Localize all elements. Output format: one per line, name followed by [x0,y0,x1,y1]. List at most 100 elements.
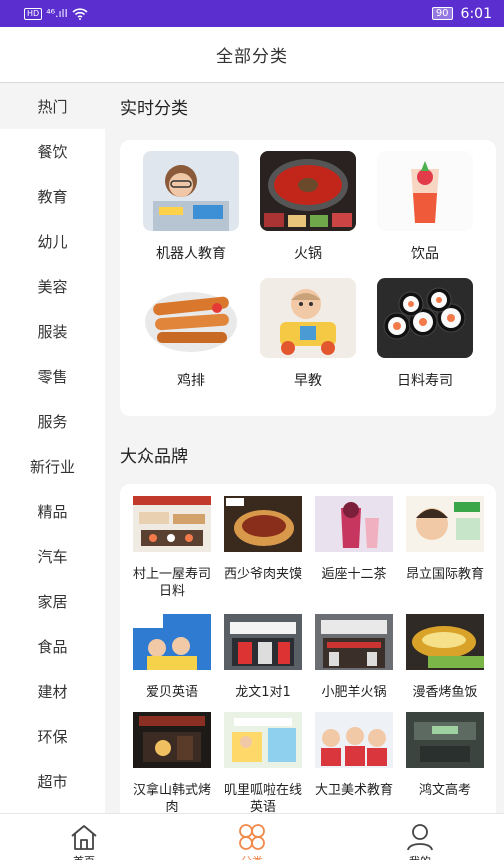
realtime-item[interactable]: 火锅 [260,151,356,263]
brand-photo [224,496,302,552]
sidebar-item-label: 环保 [37,728,68,746]
sidebar-item-service[interactable]: 服务 [0,399,105,444]
brand-item[interactable]: 小肥羊火锅 [315,614,393,701]
tab-home[interactable]: 首页 [24,814,144,860]
brand-item[interactable]: 昂立国际教育 [406,496,484,583]
signal-icon: ⁴⁶.ıll [46,7,68,20]
home-icon [71,825,97,850]
realtime-item[interactable]: 机器人教育 [143,151,239,263]
brand-label: 汉拿山韩式烤肉 [133,783,212,813]
sidebar-item-label: 新行业 [29,458,75,476]
brand-photo [133,712,211,768]
brand-photo [406,496,484,552]
realtime-item[interactable]: 鸡排 [143,278,239,390]
brand-label: 西少爷肉夹馍 [224,567,303,582]
brand-label: 漫香烤鱼饭 [412,685,478,700]
bottom-tab-bar: 首页 分类 我的 [0,813,504,860]
tab-profile[interactable]: 我的 [360,814,480,860]
brand-item[interactable]: 逅座十二茶 [315,496,393,583]
brand-item[interactable]: 叽里呱啦在线英语 [224,712,302,813]
tab-label: 我的 [409,853,431,860]
profile-icon [407,824,433,851]
brand-item[interactable]: 漫香烤鱼饭 [406,614,484,701]
sidebar-item-retail[interactable]: 零售 [0,354,105,399]
sushi-photo [377,278,473,358]
brand-item[interactable]: 汉拿山韩式烤肉 [133,712,211,813]
realtime-section-title: 实时分类 [120,99,188,119]
sidebar-item-label: 食品 [37,638,68,656]
sidebar-item-label: 服装 [37,323,68,341]
realtime-item-label: 鸡排 [177,373,205,389]
brand-label: 龙文1对1 [235,685,291,700]
wifi-icon [72,7,88,20]
brand-item[interactable]: 大卫美术教育 [315,712,393,799]
brand-label: 昂立国际教育 [406,567,485,582]
realtime-item-label: 日料寿司 [397,373,453,389]
sidebar-item-infant[interactable]: 幼儿 [0,219,105,264]
realtime-item[interactable]: 早教 [260,278,356,390]
realtime-item[interactable]: 日料寿司 [377,278,473,390]
brand-label: 叽里呱啦在线英语 [224,783,303,813]
sidebar-item-catering[interactable]: 餐饮 [0,129,105,174]
sidebar-item-label: 热门 [37,98,68,116]
brand-photo [133,614,211,670]
sidebar-item-label: 教育 [37,188,68,206]
brand-photo [315,712,393,768]
robot-education-photo [143,151,239,231]
realtime-item-label: 饮品 [411,246,439,262]
brand-item[interactable]: 鸿文高考 [406,712,484,799]
sidebar-item-label: 建材 [37,683,68,701]
brand-label: 大卫美术教育 [315,783,394,798]
realtime-item-label: 机器人教育 [156,246,226,262]
battery-icon: 90 [431,7,453,20]
sidebar-item-auto[interactable]: 汽车 [0,534,105,579]
clock: 6:01 [460,5,492,22]
sidebar-item-environmental[interactable]: 环保 [0,714,105,759]
brand-photo [406,712,484,768]
brand-item[interactable]: 村上一屋寿司日料 [133,496,211,600]
sidebar-item-beauty[interactable]: 美容 [0,264,105,309]
sidebar-item-label: 精品 [37,503,68,521]
sidebar-item-label: 服务 [37,413,68,431]
brand-label: 逅座十二茶 [321,567,387,582]
sidebar-item-boutique[interactable]: 精品 [0,489,105,534]
realtime-item-label: 火锅 [294,246,322,262]
realtime-item[interactable]: 饮品 [377,151,473,263]
brand-item[interactable]: 爱贝英语 [133,614,211,701]
early-education-photo [260,278,356,358]
brands-section-title: 大众品牌 [120,447,188,467]
brand-label: 小肥羊火锅 [321,685,387,700]
brand-item[interactable]: 龙文1对1 [224,614,302,701]
sidebar-item-label: 家居 [37,593,68,611]
sidebar-item-education[interactable]: 教育 [0,174,105,219]
sidebar-item-home[interactable]: 家居 [0,579,105,624]
hotpot-photo [260,151,356,231]
sidebar-item-label: 餐饮 [37,143,68,161]
brand-photo [224,614,302,670]
sidebar-item-clothing[interactable]: 服装 [0,309,105,354]
sidebar-item-food[interactable]: 食品 [0,624,105,669]
brand-label: 鸿文高考 [418,783,471,798]
realtime-item-label: 早教 [294,373,322,389]
sidebar-item-label: 超市 [37,773,68,791]
brand-photo [315,496,393,552]
brand-photo [406,614,484,670]
tab-category[interactable]: 分类 [192,814,312,860]
sidebar-item-building-materials[interactable]: 建材 [0,669,105,714]
status-bar: HD ⁴⁶.ıll 90 6:01 [0,0,504,27]
brand-photo [224,712,302,768]
realtime-category-card: 机器人教育 火锅 饮品 鸡排 早教 日料寿司 [120,140,496,416]
sidebar-item-label: 汽车 [37,548,68,566]
sidebar-item-new-industry[interactable]: 新行业 [0,444,105,489]
chicken-cutlet-photo [143,278,239,358]
sidebar-item-label: 美容 [37,278,68,296]
category-sidebar: 热门 餐饮 教育 幼儿 美容 服装 零售 服务 新行业 精品 汽车 家居 食品 … [0,84,105,813]
brand-item[interactable]: 西少爷肉夹馍 [224,496,302,583]
sidebar-item-label: 幼儿 [37,233,68,251]
sidebar-item-hot[interactable]: 热门 [0,84,105,129]
drink-photo [377,151,473,231]
sidebar-item-supermarket[interactable]: 超市 [0,759,105,804]
brand-label: 爱贝英语 [145,685,198,700]
sidebar-item-label: 零售 [37,368,68,386]
page-title: 全部分类 [216,47,288,67]
